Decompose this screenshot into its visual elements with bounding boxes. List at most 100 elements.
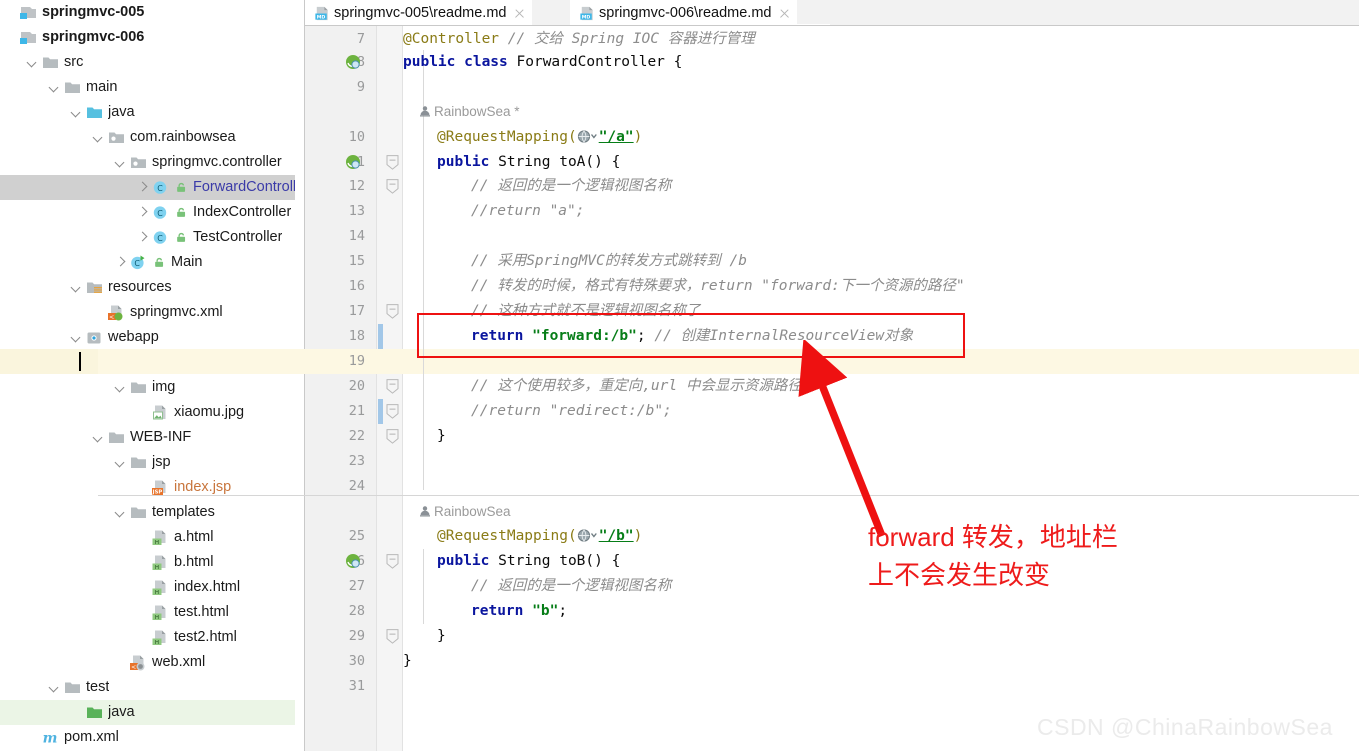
code-fold-marker[interactable]	[386, 179, 399, 194]
line-number-19[interactable]: 19	[305, 349, 377, 374]
tree-item-xiaomu-jpg[interactable]: xiaomu.jpg	[0, 400, 295, 425]
code-line-10[interactable]: @RequestMapping("/a")	[437, 125, 642, 150]
code-line-26[interactable]: public String toB() {	[437, 549, 620, 574]
code-fold-marker[interactable]	[386, 379, 399, 394]
spring-bean-gutter-icon[interactable]	[345, 154, 362, 171]
editor-tab-1[interactable]: MD springmvc-005\readme.md	[305, 0, 533, 26]
line-number-7[interactable]: 7	[305, 27, 377, 52]
code-line-13[interactable]: //return "a";	[471, 199, 585, 224]
code-line-30[interactable]: }	[403, 649, 412, 674]
line-number-22[interactable]: 22	[305, 424, 377, 449]
tree-item-web-inf[interactable]: WEB-INF	[0, 425, 295, 450]
chevron-down-icon[interactable]	[48, 681, 61, 694]
project-tree-sidebar[interactable]: springmvc-005 springmvc-006 src main java com…	[0, 0, 295, 751]
tree-item-src[interactable]: src	[0, 50, 295, 75]
code-line-21[interactable]: //return "redirect:/b";	[471, 399, 672, 424]
tree-item-java[interactable]: java	[0, 700, 295, 725]
tree-item-web-xml[interactable]: < web.xml	[0, 650, 295, 675]
line-number-15[interactable]: 15	[305, 249, 377, 274]
spring-bean-gutter-icon[interactable]	[345, 553, 362, 570]
chevron-down-icon[interactable]	[114, 456, 127, 469]
tree-item-a-html[interactable]: Ha.html	[0, 525, 295, 550]
tree-item-com-rainbowsea[interactable]: com.rainbowsea	[0, 125, 295, 150]
close-icon[interactable]	[778, 7, 791, 20]
line-number-9[interactable]: 9	[305, 75, 377, 100]
code-fold-marker[interactable]	[386, 554, 399, 569]
chevron-down-icon[interactable]	[92, 131, 105, 144]
web-url-icon[interactable]	[577, 127, 599, 152]
tree-item-pom-xml[interactable]: m pom.xml	[0, 725, 295, 750]
line-number-16[interactable]: 16	[305, 274, 377, 299]
line-number-18[interactable]: 18	[305, 324, 377, 349]
chevron-down-icon[interactable]	[92, 431, 105, 444]
tree-item-springmvc-controller[interactable]: springmvc.controller	[0, 150, 295, 175]
tree-item-test-html[interactable]: Htest.html	[0, 600, 295, 625]
code-fold-marker[interactable]	[386, 155, 399, 170]
chevron-down-icon[interactable]	[114, 156, 127, 169]
line-number-20[interactable]: 20	[305, 374, 377, 399]
tree-item-testcontroller[interactable]: C TestController	[0, 225, 295, 250]
code-fold-marker[interactable]	[386, 304, 399, 319]
line-number-29[interactable]: 29	[305, 624, 377, 649]
tree-item-jsp[interactable]: jsp	[0, 450, 295, 475]
line-number-11[interactable]: 11	[305, 150, 377, 175]
chevron-down-icon[interactable]	[70, 281, 83, 294]
vcs-change-marker[interactable]	[378, 324, 383, 349]
line-number-10[interactable]: 10	[305, 125, 377, 150]
chevron-right-icon[interactable]	[114, 256, 127, 269]
line-number-17[interactable]: 17	[305, 299, 377, 324]
code-line-25[interactable]: @RequestMapping("/b")	[437, 524, 642, 549]
editor-tab-bar[interactable]: MD springmvc-005\readme.md MD springmvc-006…	[305, 0, 1359, 26]
code-line-11[interactable]: public String toA() {	[437, 150, 620, 175]
tree-item-test[interactable]: test	[0, 675, 295, 700]
spring-bean-gutter-icon[interactable]	[345, 54, 362, 71]
line-number-14[interactable]: 14	[305, 224, 377, 249]
tree-item-main[interactable]: C Main	[0, 250, 295, 275]
code-fold-marker[interactable]	[386, 429, 399, 444]
vcs-change-marker[interactable]	[378, 399, 383, 424]
line-number-27[interactable]: 27	[305, 574, 377, 599]
tree-item-resources[interactable]: resources	[0, 275, 295, 300]
line-number-13[interactable]: 13	[305, 199, 377, 224]
chevron-right-icon[interactable]	[136, 206, 149, 219]
code-line-22[interactable]: }	[437, 424, 446, 449]
chevron-right-icon[interactable]	[136, 231, 149, 244]
line-number-31[interactable]: 31	[305, 674, 377, 699]
tree-item-springmvc-005[interactable]: springmvc-005	[0, 0, 295, 25]
line-number-26[interactable]: 26	[305, 549, 377, 574]
tree-item-java[interactable]: java	[0, 100, 295, 125]
tree-item-index-jsp[interactable]: JSP index.jsp	[0, 475, 295, 500]
close-icon[interactable]	[513, 7, 526, 20]
chevron-down-icon[interactable]	[48, 81, 61, 94]
editor-tab-2[interactable]: MD springmvc-006\readme.md	[570, 0, 798, 26]
code-line-29[interactable]: }	[437, 624, 446, 649]
code-line-20[interactable]: // 这个使用较多，重定向,url 中会显示资源路径	[471, 374, 802, 399]
chevron-down-icon[interactable]	[70, 106, 83, 119]
code-line-8[interactable]: public class ForwardController {	[403, 50, 682, 75]
line-number-8[interactable]: 8	[305, 50, 377, 75]
chevron-down-icon[interactable]	[26, 56, 39, 69]
tree-item-springmvc-xml[interactable]: < springmvc.xml	[0, 300, 295, 325]
tree-item-main[interactable]: main	[0, 75, 295, 100]
tree-item-index-html[interactable]: Hindex.html	[0, 575, 295, 600]
chevron-right-icon[interactable]	[136, 181, 149, 194]
tree-item-springmvc-006[interactable]: springmvc-006	[0, 25, 295, 50]
code-line-15[interactable]: // 采用SpringMVC的转发方式跳转到 /b	[471, 249, 747, 274]
chevron-down-icon[interactable]	[114, 506, 127, 519]
code-line-12[interactable]: // 返回的是一个逻辑视图名称	[471, 174, 671, 199]
tree-item-indexcontroller[interactable]: C IndexController	[0, 200, 295, 225]
code-line-16[interactable]: // 转发的时候，格式有特殊要求，return "forward:下一个资源的路…	[471, 274, 965, 299]
line-number-12[interactable]: 12	[305, 174, 377, 199]
tree-item-img[interactable]: img	[0, 375, 295, 400]
web-url-icon[interactable]	[577, 526, 599, 551]
code-fold-marker[interactable]	[386, 404, 399, 419]
line-number-23[interactable]: 23	[305, 449, 377, 474]
tree-item-templates[interactable]: templates	[0, 500, 295, 525]
line-number-30[interactable]: 30	[305, 649, 377, 674]
code-line-7[interactable]: @Controller // 交给 Spring IOC 容器进行管理	[403, 27, 755, 52]
tree-item-test2-html[interactable]: Htest2.html	[0, 625, 295, 650]
line-number-25[interactable]: 25	[305, 524, 377, 549]
tree-item-b-html[interactable]: Hb.html	[0, 550, 295, 575]
tree-item-webapp[interactable]: webapp	[0, 325, 295, 350]
chevron-down-icon[interactable]	[70, 331, 83, 344]
